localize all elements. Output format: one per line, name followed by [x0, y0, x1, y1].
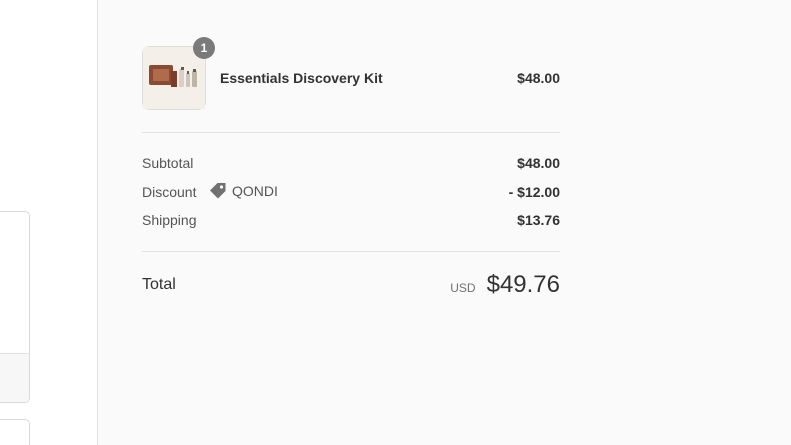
discount-code-text: QONDI [232, 183, 278, 199]
shipping-label: Shipping [142, 212, 197, 228]
tag-icon [208, 181, 228, 201]
checkout-page: 1 Essentials Discovery Kit $48.00 Subtot… [0, 0, 791, 445]
product-price: $48.00 [517, 70, 560, 86]
subtotal-value: $48.00 [517, 155, 560, 171]
subtotal-row: Subtotal $48.00 [142, 155, 560, 175]
quantity-badge: 1 [193, 37, 215, 59]
order-summary: 1 Essentials Discovery Kit $48.00 Subtot… [97, 0, 791, 445]
discount-value: - $12.00 [508, 184, 560, 200]
total-row: Total USD $49.76 [142, 271, 560, 301]
shipping-row: Shipping $13.76 [142, 212, 560, 232]
form-section-card [0, 419, 30, 445]
discount-label: Discount [142, 184, 197, 200]
form-section-card [0, 211, 30, 403]
total-amount-group: USD $49.76 [450, 271, 560, 299]
subtotal-label: Subtotal [142, 155, 194, 171]
divider [142, 132, 560, 133]
product-name: Essentials Discovery Kit [220, 70, 383, 86]
product-image [143, 47, 205, 109]
discount-row: Discount QONDI - $12.00 [142, 181, 560, 204]
total-label: Total [142, 276, 176, 293]
form-section-footer [0, 353, 29, 402]
line-item: 1 Essentials Discovery Kit $48.00 [142, 37, 560, 110]
divider [142, 251, 560, 252]
shipping-value: $13.76 [517, 212, 560, 228]
currency-code: USD [450, 281, 476, 295]
discount-code: QONDI [208, 181, 278, 201]
total-amount: $49.76 [486, 271, 560, 298]
checkout-form-column [0, 0, 97, 445]
